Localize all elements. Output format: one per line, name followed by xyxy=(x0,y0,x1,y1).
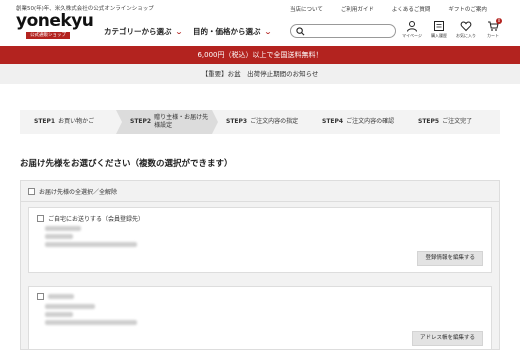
recipient-card-address: アドレス帳を編集する xyxy=(28,286,492,350)
step-label: 贈り主様・お届け先様設定 xyxy=(154,114,209,129)
nav-occasion-menu[interactable]: 目的・価格から選ぶ ⌄ xyxy=(193,26,272,37)
favorites-label: お気に入り xyxy=(456,33,476,38)
select-all-label: お届け先様の全選択／全解除 xyxy=(39,189,118,196)
redacted-postal xyxy=(45,312,73,317)
important-notice-bar[interactable]: 【重要】お盆 出荷停止期間のお知らせ xyxy=(0,64,520,84)
free-shipping-banner[interactable]: 6,000円（税込）以上で全国送料無料！ xyxy=(0,46,520,64)
heart-icon xyxy=(460,21,472,32)
step-2: STEP2 贈り主様・お届け先様設定 xyxy=(116,110,218,134)
history-icon xyxy=(434,21,444,31)
history-button[interactable]: 購入履歴 xyxy=(427,20,451,39)
step-3: STEP3 ご注文内容の指定 xyxy=(212,110,314,134)
step-label: ご注文完了 xyxy=(442,118,473,126)
step-number: STEP5 xyxy=(418,118,440,126)
redacted-postal xyxy=(45,234,73,239)
cart-label: カート xyxy=(487,33,499,38)
site-logo[interactable]: yonekyu xyxy=(16,11,94,31)
recipient-home-checkbox[interactable] xyxy=(37,215,44,222)
site-header: 創業50(年)年、米久株式会社の公式オンラインショップ yonekyu 公式通販… xyxy=(0,0,520,44)
util-link-guide[interactable]: ご利用ガイド xyxy=(341,5,374,13)
recipient-address-checkbox[interactable] xyxy=(37,293,44,300)
step-4: STEP4 ご注文内容の確認 xyxy=(308,110,410,134)
util-link-gift[interactable]: ギフトのご案内 xyxy=(448,5,487,13)
nav-category-label: カテゴリーから選ぶ xyxy=(104,27,172,36)
step-label: ご注文内容の確認 xyxy=(346,118,395,126)
step-label: お買い物かご xyxy=(58,118,95,126)
nav-occasion-label: 目的・価格から選ぶ xyxy=(193,27,261,36)
cart-count-badge: 0 xyxy=(496,18,502,24)
redacted-address xyxy=(45,242,137,247)
step-label: ご注文内容の指定 xyxy=(250,118,299,126)
redacted-name xyxy=(48,294,74,299)
page-title: お届け先様をお選びください（複数の選択ができます） xyxy=(20,159,233,169)
util-link-faq[interactable]: よくあるご質問 xyxy=(392,5,431,13)
mypage-label: マイページ xyxy=(402,33,422,38)
select-all-checkbox[interactable] xyxy=(28,188,35,195)
recipient-card-home: ご自宅にお送りする（会員登録先） 登録情報を編集する xyxy=(28,207,492,273)
step-number: STEP2 xyxy=(130,118,152,126)
card-address-header[interactable] xyxy=(37,293,74,300)
search-input[interactable] xyxy=(290,24,396,38)
favorites-button[interactable]: お気に入り xyxy=(454,20,478,39)
user-icon xyxy=(407,21,417,32)
edit-registration-button[interactable]: 登録情報を編集する xyxy=(417,251,483,266)
chevron-down-icon: ⌄ xyxy=(263,28,272,36)
utility-links: 当店について ご利用ガイド よくあるご質問 ギフトのご案内 xyxy=(290,5,487,13)
step-number: STEP3 xyxy=(226,118,248,126)
chevron-down-icon: ⌄ xyxy=(174,28,183,36)
divider xyxy=(20,201,500,202)
logo-subtitle: 公式通販ショップ xyxy=(26,32,70,39)
nav-category-menu[interactable]: カテゴリーから選ぶ ⌄ xyxy=(104,26,183,37)
search-icon xyxy=(296,27,305,36)
card-home-header[interactable]: ご自宅にお送りする（会員登録先） xyxy=(37,214,144,223)
redacted-address xyxy=(45,320,137,325)
edit-address-book-button[interactable]: アドレス帳を編集する xyxy=(411,331,483,346)
step-5: STEP5 ご注文完了 xyxy=(404,110,500,134)
checkout-steps: STEP1 お買い物かご STEP2 贈り主様・お届け先様設定 STEP3 ご注… xyxy=(20,110,500,134)
redacted-name xyxy=(45,226,81,231)
history-label: 購入履歴 xyxy=(431,33,447,38)
select-all-row[interactable]: お届け先様の全選択／全解除 xyxy=(28,187,117,196)
step-number: STEP1 xyxy=(34,118,56,126)
redacted-name-kana xyxy=(45,304,95,309)
card-home-title: ご自宅にお送りする（会員登録先） xyxy=(48,216,145,223)
step-number: STEP4 xyxy=(322,118,344,126)
util-link-about[interactable]: 当店について xyxy=(290,5,323,13)
step-1: STEP1 お買い物かご xyxy=(20,110,122,134)
cart-button[interactable]: 0 カート xyxy=(481,18,505,39)
mypage-button[interactable]: マイページ xyxy=(400,20,424,39)
